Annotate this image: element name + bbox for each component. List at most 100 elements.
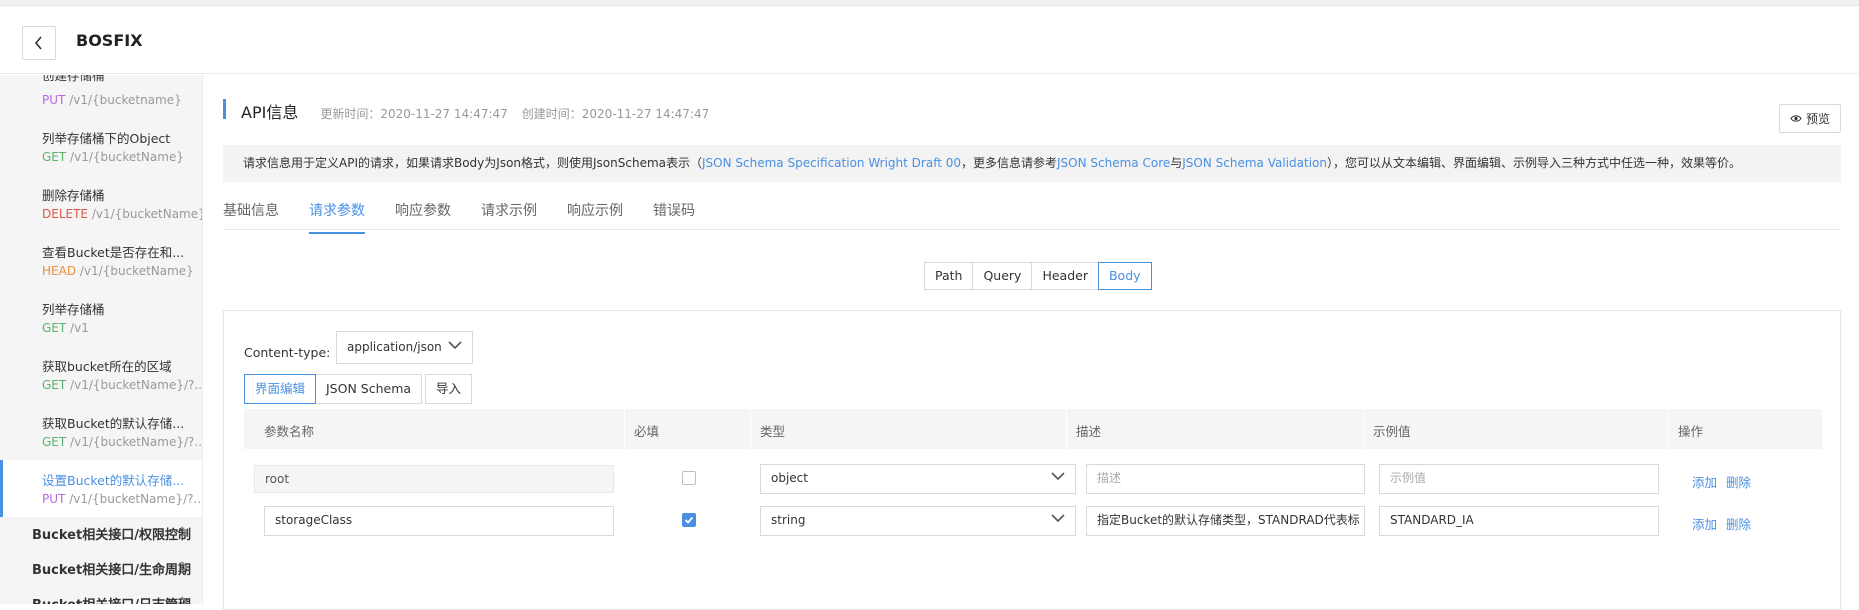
sidebar-item-path: GET /v1 (42, 321, 89, 335)
sidebar-item-path: GET /v1/{bucketName}/?... (42, 378, 203, 392)
sidebar-item-path: PUT /v1/{bucketname} (42, 93, 182, 107)
created-time: 创建时间：2020-11-27 14:47:47 (521, 107, 710, 121)
tab-response-example[interactable]: 响应示例 (567, 200, 623, 232)
example-field[interactable]: STANDARD_IA (1379, 506, 1659, 536)
link-json-schema-core[interactable]: JSON Schema Core (1057, 156, 1170, 170)
segment-header[interactable]: Header (1031, 262, 1099, 290)
tab-basic-info[interactable]: 基础信息 (223, 200, 279, 232)
sidebar-item-get-region[interactable]: 获取bucket所在的区域 GET /v1/{bucketName}/?... (0, 346, 203, 403)
example-field[interactable]: 示例值 (1379, 464, 1659, 494)
sidebar-item-label: 获取Bucket的默认存储... (42, 416, 185, 431)
col-header-name: 参数名称 (264, 424, 315, 439)
table-header: 参数名称 必填 类型 描述 示例值 操作 (244, 409, 1822, 449)
body-editor-panel: Content-type: application/json 界面编辑 JSON… (223, 310, 1841, 610)
sidebar-item-path: PUT /v1/{bucketName}/?... (42, 492, 203, 506)
type-value: object (771, 471, 808, 485)
sidebar-item-label: 设置Bucket的默认存储... (42, 473, 185, 488)
link-json-schema-spec[interactable]: JSON Schema Specification Wright Draft 0… (702, 156, 961, 170)
sidebar-item-list-objects[interactable]: 列举存储桶下的Object GET /v1/{bucketName} (0, 118, 202, 175)
segment-path[interactable]: Path (924, 262, 974, 290)
updated-time: 更新时间：2020-11-27 14:47:47 (320, 107, 508, 121)
app-header: BOSFIX (0, 6, 1859, 74)
chevron-down-icon (1051, 514, 1065, 523)
add-row-link[interactable]: 添加 (1692, 514, 1717, 533)
sidebar-group-label: Bucket相关接口/权限控制 (32, 528, 191, 543)
col-header-actions: 操作 (1678, 424, 1704, 439)
tab-error-codes[interactable]: 错误码 (653, 200, 695, 232)
type-value: string (771, 513, 806, 527)
content-type-select[interactable]: application/json (336, 331, 473, 364)
tab-request-params[interactable]: 请求参数 (309, 200, 365, 234)
description-field[interactable]: 指定Bucket的默认存储类型，STANDRAD代表标 (1086, 506, 1365, 536)
import-button[interactable]: 导入 (425, 374, 473, 404)
delete-row-link[interactable]: 删除 (1726, 472, 1751, 491)
sidebar-item-set-storage-class[interactable]: 设置Bucket的默认存储... PUT /v1/{bucketName}/?.… (0, 460, 203, 517)
sidebar-item-label: 列举存储桶 (42, 302, 105, 317)
preview-label: 预览 (1805, 112, 1830, 126)
app-title: BOSFIX (76, 31, 143, 50)
tab-bar: 基础信息 请求参数 响应参数 请求示例 响应示例 错误码 (223, 188, 1841, 234)
col-header-desc: 描述 (1076, 424, 1102, 439)
required-checkbox[interactable] (682, 471, 696, 485)
mode-json-schema-button[interactable]: JSON Schema (315, 374, 423, 404)
eye-icon (1790, 115, 1802, 122)
sidebar-group-label: Bucket相关接口/日志管理 (32, 594, 191, 604)
sidebar-item-label: 列举存储桶下的Object (42, 131, 171, 146)
sidebar-item-label: 删除存储桶 (42, 188, 105, 203)
info-text: ，更多信息请参考 (961, 156, 1058, 170)
back-button[interactable] (22, 26, 56, 60)
col-divider (1363, 409, 1364, 449)
info-text: 与 (1170, 156, 1183, 170)
chevron-down-icon (1051, 472, 1065, 481)
sidebar-group-logging[interactable]: Bucket相关接口/日志管理 (0, 585, 202, 604)
sidebar-item-head-bucket[interactable]: 查看Bucket是否存在和... HEAD /v1/{bucketName} (0, 232, 202, 289)
sidebar-item-label: 查看Bucket是否存在和... (42, 245, 185, 260)
chevron-right-icon (180, 596, 188, 604)
content-type-value: application/json (347, 340, 442, 354)
sidebar-item-delete-bucket[interactable]: 删除存储桶 DELETE /v1/{bucketName} (0, 175, 202, 232)
link-json-schema-validation[interactable]: JSON Schema Validation (1182, 156, 1327, 170)
description-field[interactable]: 描述 (1086, 464, 1365, 494)
sidebar-group-acl[interactable]: Bucket相关接口/权限控制 (0, 515, 202, 550)
page-title: API信息 (241, 103, 299, 122)
type-select[interactable]: object (760, 464, 1076, 494)
col-divider (750, 409, 751, 449)
sidebar-item-path: GET /v1/{bucketName} (42, 150, 184, 164)
check-icon (684, 516, 694, 524)
main-content: API信息 更新时间：2020-11-27 14:47:47 创建时间：2020… (203, 75, 1859, 610)
mode-ui-edit-button[interactable]: 界面编辑 (244, 374, 317, 404)
col-header-example: 示例值 (1373, 424, 1411, 439)
tab-response-params[interactable]: 响应参数 (395, 200, 451, 232)
sidebar-group-lifecycle[interactable]: Bucket相关接口/生命周期 (0, 550, 202, 585)
chevron-right-icon (180, 561, 188, 573)
delete-row-link[interactable]: 删除 (1726, 514, 1751, 533)
chevron-down-icon (448, 341, 462, 350)
col-header-required: 必填 (634, 424, 660, 439)
sidebar-item-path: GET /v1/{bucketName}/?... (42, 435, 203, 449)
sidebar-item-list-buckets[interactable]: 列举存储桶 GET /v1 (0, 289, 202, 346)
segment-body[interactable]: Body (1097, 262, 1152, 290)
required-checkbox[interactable] (682, 513, 696, 527)
info-text: ），您可以从文本编辑、界面编辑、示例导入三种方式中任选一种，效果等价。 (1326, 156, 1741, 170)
preview-button[interactable]: 预览 (1778, 104, 1841, 133)
param-location-switch: Path Query Header Body (924, 262, 1152, 290)
sidebar-item-label: 获取bucket所在的区域 (42, 359, 172, 374)
sidebar-item-get-storage-class[interactable]: 获取Bucket的默认存储... GET /v1/{bucketName}/?.… (0, 403, 203, 460)
col-divider (624, 409, 625, 449)
add-row-link[interactable]: 添加 (1692, 472, 1717, 491)
param-name-field[interactable]: storageClass (264, 506, 614, 536)
sidebar-item-create-bucket[interactable]: 创建存储桶 PUT /v1/{bucketname} (0, 75, 202, 118)
segment-query[interactable]: Query (972, 262, 1033, 290)
type-select[interactable]: string (760, 506, 1076, 536)
sidebar-item-label: 创建存储桶 (42, 75, 105, 83)
sidebar: 创建存储桶 PUT /v1/{bucketname} 列举存储桶下的Object… (0, 75, 203, 604)
table-row: storageClass string 指定Bucket的默认存储类型，STAN… (244, 501, 1822, 541)
sidebar-item-path: HEAD /v1/{bucketName} (42, 264, 194, 278)
sidebar-group-label: Bucket相关接口/生命周期 (32, 563, 191, 578)
tab-request-example[interactable]: 请求示例 (481, 200, 537, 232)
api-info-header: API信息 更新时间：2020-11-27 14:47:47 创建时间：2020… (223, 99, 723, 122)
chevron-right-icon (180, 526, 188, 538)
info-text: 请求信息用于定义API的请求，如果请求Body为Json格式，则使用JsonSc… (243, 156, 703, 170)
content-type-label: Content-type: (244, 345, 331, 360)
table-row: root object 描述 示例值 添加 删除 (244, 459, 1822, 499)
